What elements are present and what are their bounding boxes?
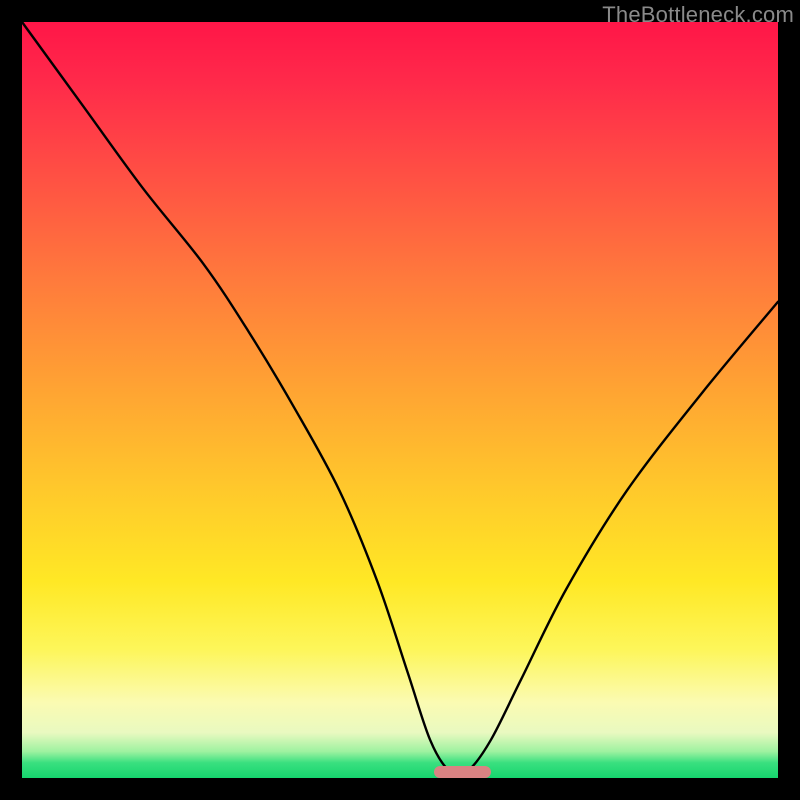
chart-frame: TheBottleneck.com xyxy=(0,0,800,800)
optimal-range-marker xyxy=(434,766,491,778)
bottleneck-curve xyxy=(22,22,778,778)
watermark-text: TheBottleneck.com xyxy=(602,2,794,28)
plot-area xyxy=(22,22,778,778)
